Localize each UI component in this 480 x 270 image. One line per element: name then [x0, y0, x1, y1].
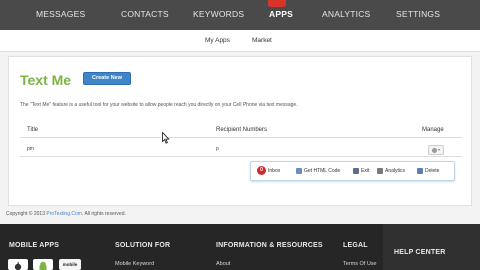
menu-item-exit[interactable]: Exit: [353, 168, 369, 174]
help-center-box: HELP CENTER: [383, 224, 480, 270]
nav-contacts[interactable]: CONTACTS: [121, 9, 169, 19]
nav-analytics[interactable]: ANALYTICS: [322, 9, 370, 19]
app-panel: Text Me Create New The "Text Me" feature…: [8, 56, 472, 206]
analytics-label: Analytics: [385, 168, 406, 174]
column-header-manage: Manage: [422, 127, 444, 133]
feature-description: The "Text Me" feature is a useful tool f…: [20, 102, 298, 108]
copyright-text: Copyright © 2013: [6, 211, 45, 217]
page-title: Text Me: [20, 72, 72, 88]
menu-item-analytics[interactable]: Analytics: [377, 168, 405, 174]
mouse-cursor-icon: [162, 132, 170, 144]
delete-label: Delete: [425, 168, 440, 174]
manage-dropdown-button[interactable]: [428, 145, 444, 155]
nav-keywords[interactable]: KEYWORDS: [193, 9, 244, 19]
copyright-line: Copyright © 2013 ProTexting.Com. All rig…: [6, 211, 126, 217]
footer-link-about[interactable]: About: [216, 261, 230, 267]
footer-heading-help-center[interactable]: HELP CENTER: [394, 249, 445, 256]
exit-label: Exit: [361, 168, 370, 174]
exit-icon: [353, 168, 359, 174]
footer-heading-solution-for: SOLUTION FOR: [115, 242, 171, 249]
analytics-icon: [377, 168, 383, 174]
subnav-market[interactable]: Market: [252, 37, 272, 44]
column-header-title: Title: [27, 127, 39, 133]
mobile-store-icon[interactable]: mobile: [59, 259, 81, 270]
android-store-icon[interactable]: [33, 259, 53, 270]
site-link[interactable]: ProTexting.Com: [46, 211, 82, 217]
gear-icon: [432, 147, 437, 153]
footer: MOBILE APPS SOLUTION FOR INFORMATION & R…: [0, 224, 480, 270]
menu-item-inbox[interactable]: 0 Inbox: [257, 166, 280, 175]
sub-nav: My Apps Market: [0, 30, 480, 52]
nav-notification-badge: [268, 0, 286, 7]
row-recipients: p: [216, 146, 219, 152]
inbox-label: Inbox: [268, 167, 281, 174]
top-nav: MESSAGES CONTACTS KEYWORDS APPS ANALYTIC…: [0, 0, 480, 30]
delete-icon: [417, 168, 423, 174]
code-icon: [296, 168, 302, 174]
manage-actions-menu: 0 Inbox Get HTML Code Exit Analytics Del…: [250, 161, 455, 181]
nav-apps[interactable]: APPS: [269, 9, 293, 19]
row-title: pm: [27, 146, 34, 152]
column-header-recipients: Recipient Numbers: [216, 127, 268, 133]
apple-store-icon[interactable]: [8, 259, 28, 270]
chevron-down-icon: [438, 149, 440, 151]
menu-item-get-html-code[interactable]: Get HTML Code: [296, 168, 340, 174]
header-divider: [20, 137, 462, 138]
row-divider: [20, 156, 462, 157]
get-html-label: Get HTML Code: [304, 168, 341, 174]
inbox-count-badge: 0: [257, 166, 266, 175]
subnav-my-apps[interactable]: My Apps: [205, 37, 230, 44]
create-new-button[interactable]: Create New: [83, 72, 131, 85]
footer-link-mobile-keyword[interactable]: Mobile Keyword: [115, 261, 154, 267]
footer-heading-mobile-apps: MOBILE APPS: [9, 242, 60, 249]
footer-heading-legal: LEGAL: [343, 242, 368, 249]
menu-item-delete[interactable]: Delete: [417, 168, 439, 174]
nav-messages[interactable]: MESSAGES: [36, 9, 85, 19]
footer-link-terms[interactable]: Terms Of Use: [343, 261, 377, 267]
rights-text: . All rights reserved.: [81, 211, 126, 217]
footer-heading-information: INFORMATION & RESOURCES: [216, 242, 323, 249]
nav-settings[interactable]: SETTINGS: [396, 9, 440, 19]
